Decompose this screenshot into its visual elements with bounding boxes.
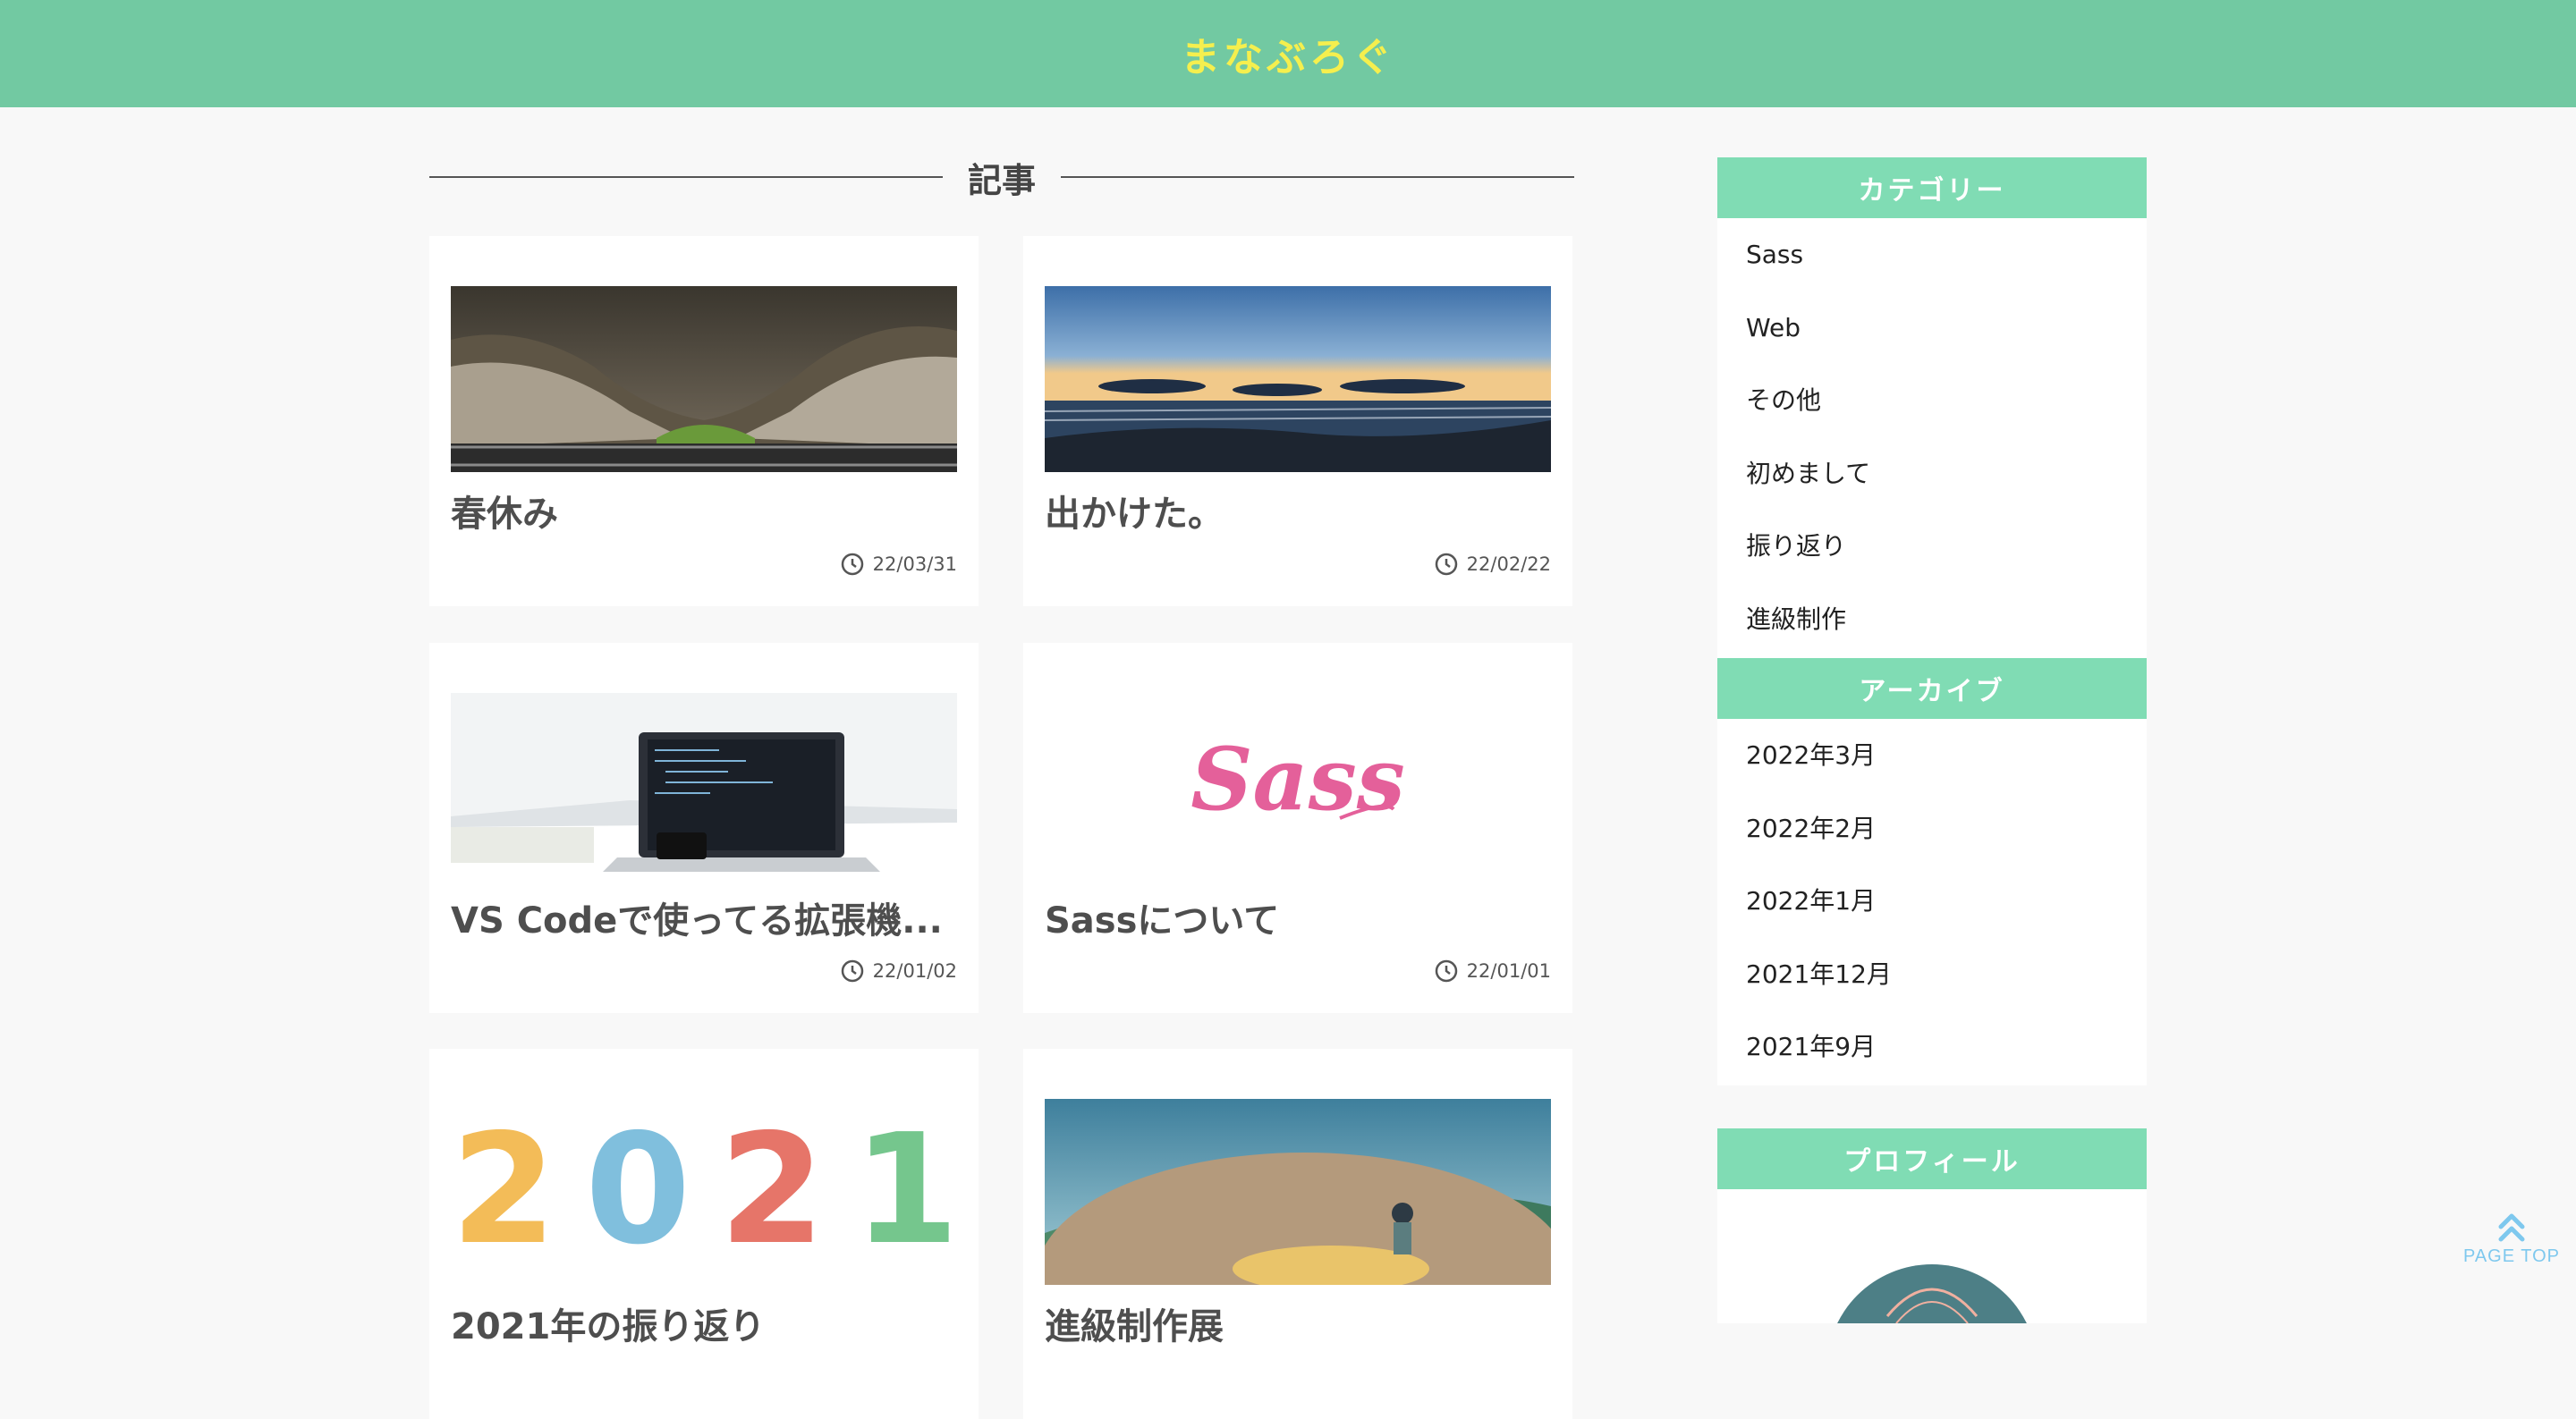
post-title[interactable]: 2021年の振り返り [451,1297,957,1349]
post-card-4[interactable]: Sass Sassについて 22/01/01 [1023,643,1572,1013]
archive-widget: アーカイブ 2022年3月 2022年2月 2022年1月 2021年12月 2… [1717,658,2147,1085]
post-card-5[interactable]: 2 0 2 1 2021年の振り返り [429,1049,979,1419]
profile-avatar [1825,1263,2039,1323]
category-item-other[interactable]: その他 [1717,364,2147,437]
post-date-text: 22/03/31 [872,553,957,575]
post-title[interactable]: Sassについて [1045,891,1551,943]
svg-text:0: 0 [585,1102,691,1279]
profile-widget-title: プロフィール [1717,1128,2147,1189]
post-card-6[interactable]: 進級制作展 [1023,1049,1572,1419]
category-item-web[interactable]: Web [1717,291,2147,365]
post-date-text: 22/02/22 [1466,553,1551,575]
archive-item[interactable]: 2022年2月 [1717,792,2147,866]
archive-item[interactable]: 2021年9月 [1717,1010,2147,1084]
post-date: 22/03/31 [841,553,957,576]
category-item-intro[interactable]: 初めまして [1717,437,2147,511]
double-chevron-up-icon [2498,1213,2525,1242]
page-top-label: PAGE TOP [2462,1246,2561,1266]
archive-item[interactable]: 2022年1月 [1717,865,2147,938]
post-thumbnail-sakura[interactable] [451,286,957,472]
heading-rule-right [1061,176,1575,178]
category-item-project[interactable]: 進級制作 [1717,583,2147,656]
archive-list: 2022年3月 2022年2月 2022年1月 2021年12月 2021年9月 [1717,719,2147,1084]
profile-widget: プロフィール [1717,1128,2147,1323]
post-date-text: 22/01/01 [1466,960,1551,982]
category-widget-title: カテゴリー [1717,157,2147,218]
site-header: まなぶろぐ [0,0,2576,107]
svg-text:2: 2 [451,1102,556,1279]
svg-text:1: 1 [853,1102,957,1279]
category-item-sass[interactable]: Sass [1717,218,2147,291]
post-title[interactable]: 出かけた。 [1045,485,1551,536]
category-widget: カテゴリー Sass Web その他 初めまして 振り返り 進級制作 [1717,157,2147,658]
clock-icon [841,959,863,983]
post-card-3[interactable]: VS Codeで使ってる拡張機... 22/01/02 [429,643,979,1013]
site-title[interactable]: まなぶろぐ [1181,25,1395,82]
post-title[interactable]: VS Codeで使ってる拡張機... [451,891,957,943]
post-thumbnail-laptop[interactable] [451,693,957,879]
sass-logo-icon: Sass [1191,729,1405,830]
category-list: Sass Web その他 初めまして 振り返り 進級制作 [1717,218,2147,655]
heading-rule-left [429,176,943,178]
post-thumbnail-sass-logo[interactable]: Sass [1045,693,1551,879]
clock-icon [841,553,863,576]
post-thumbnail-seaside[interactable] [1045,286,1551,472]
archive-item[interactable]: 2022年3月 [1717,719,2147,792]
svg-text:2: 2 [719,1102,825,1279]
post-title[interactable]: 進級制作展 [1045,1297,1551,1349]
post-card-1[interactable]: 春休み 22/03/31 [429,236,979,606]
category-item-review[interactable]: 振り返り [1717,510,2147,583]
clock-icon [1435,553,1457,576]
post-date: 22/01/01 [1435,959,1551,983]
post-thumbnail-2021[interactable]: 2 0 2 1 [451,1099,957,1285]
section-heading: 記事 [429,150,1575,204]
clock-icon [1435,959,1457,983]
post-date-text: 22/01/02 [872,960,957,982]
archive-item[interactable]: 2021年12月 [1717,938,2147,1011]
post-title[interactable]: 春休み [451,485,957,536]
page-top-button[interactable]: PAGE TOP [2462,1212,2562,1284]
post-date: 22/02/22 [1435,553,1551,576]
archive-widget-title: アーカイブ [1717,658,2147,719]
post-card-2[interactable]: 出かけた。 22/02/22 [1023,236,1572,606]
post-date: 22/01/02 [841,959,957,983]
post-thumbnail-illustration[interactable] [1045,1099,1551,1285]
section-title: 記事 [968,160,1037,200]
